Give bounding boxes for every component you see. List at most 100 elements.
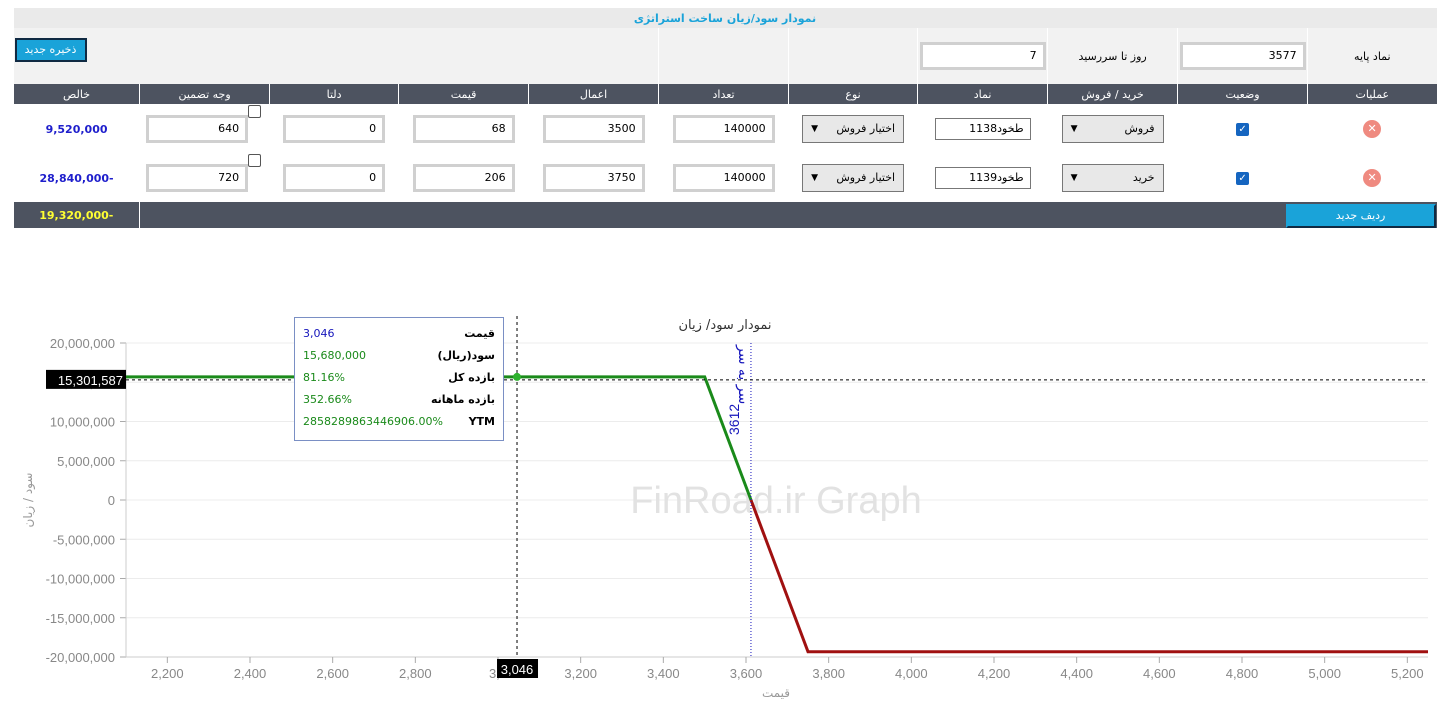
y-tick-label: -15,000,000 — [46, 611, 115, 626]
type-select[interactable]: اختیار فروش ▼ — [802, 163, 905, 192]
net-total: -19,320,000 — [39, 209, 114, 222]
col-margin: وجه تضمین — [139, 84, 270, 104]
y-tick-label: -20,000,000 — [46, 650, 115, 665]
symbol-input[interactable]: طخود1138 — [934, 117, 1031, 140]
x-tick-label: 5,200 — [1391, 666, 1424, 681]
close-circle-icon[interactable]: ✕ — [1363, 119, 1382, 138]
x-tick-label: 4,600 — [1143, 666, 1176, 681]
tooltip-value: 15,680,000 — [303, 349, 366, 362]
x-tick-label: 4,000 — [895, 666, 928, 681]
col-type: نوع — [788, 84, 918, 104]
strategy-table: نمودار سود/زیان ساخت استراتژی نماد پایه … — [12, 8, 1437, 228]
breakeven-value: 3612 — [726, 404, 742, 435]
col-symbol: نماد — [917, 84, 1048, 104]
tooltip-label: YTM — [468, 415, 495, 428]
tooltip-value: 352.66% — [303, 393, 352, 406]
price-input[interactable]: 68 — [412, 114, 515, 143]
net-value: 9,520,000 — [45, 122, 108, 136]
chart-watermark: FinRoad.ir Graph — [630, 480, 921, 522]
checkbox-checked-icon[interactable]: ✓ — [1236, 171, 1250, 185]
tooltip-value: 2858289863446906.00% — [303, 415, 443, 428]
tooltip-label: قیمت — [464, 327, 495, 340]
tooltip-row: سود(ریال) 15,680,000 — [303, 349, 495, 365]
chevron-down-icon: ▼ — [1070, 172, 1078, 183]
days-to-expiry-input[interactable]: 7 — [919, 42, 1046, 70]
margin-checkbox[interactable] — [248, 153, 262, 167]
tooltip-row: بازده ماهانه 352.66% — [303, 393, 495, 409]
delta-input[interactable]: 0 — [283, 114, 386, 143]
x-tick-label: 3,600 — [730, 666, 763, 681]
tooltip-row: YTM 2858289863446906.00% — [303, 415, 495, 431]
y-tick-label: 10,000,000 — [50, 415, 115, 430]
quantity-input[interactable]: 140000 — [672, 114, 775, 143]
days-to-expiry-label: روز تا سررسید — [1078, 50, 1147, 63]
x-tick-label: 3,200 — [564, 666, 597, 681]
margin-input[interactable]: 640 — [146, 114, 249, 143]
save-button[interactable]: ذخیره جدید — [14, 38, 87, 62]
col-net: خالص — [12, 84, 140, 104]
y-tick-label: -10,000,000 — [46, 572, 115, 587]
close-circle-icon[interactable]: ✕ — [1363, 168, 1382, 187]
quantity-input[interactable]: 140000 — [672, 163, 775, 192]
table-row: ✕ ✓ فروش ▼ طخود1138 اختیار فروش ▼ 140000 3… — [13, 104, 1437, 153]
x-tick-label: 4,400 — [1060, 666, 1093, 681]
tooltip-row: بازده کل 81.16% — [303, 371, 495, 387]
tooltip-row: قیمت 3,046 — [303, 327, 495, 343]
tooltip-value: 3,046 — [303, 327, 335, 340]
table-row: ✕ ✓ خرید ▼ طخود1139 اختیار فروش ▼ 140000 3… — [13, 153, 1437, 202]
profit-loss-chart: 20,000,00015,000,00010,000,0005,000,0000… — [21, 316, 1428, 700]
x-tick-label: 4,200 — [978, 666, 1011, 681]
margin-input[interactable]: 720 — [146, 163, 249, 192]
chart-title: نمودار سود/ زیان — [679, 318, 772, 333]
table-header: عملیات وضعیت خرید / فروش نماد نوع تعداد … — [12, 84, 1437, 104]
x-tick-label: 2,800 — [399, 666, 432, 681]
y-crosshair-label: 15,301,587 — [58, 373, 123, 388]
breakeven-label: سر به سر — [735, 344, 751, 404]
tooltip-label: بازده ماهانه — [430, 393, 495, 406]
col-side: خرید / فروش — [1047, 84, 1178, 104]
side-select[interactable]: خرید ▼ — [1061, 163, 1164, 192]
y-axis-label: سود / زیان — [21, 473, 36, 528]
table-footer: ردیف جدید -19,320,000 — [13, 202, 1437, 228]
underlying-input[interactable]: 3577 — [1179, 42, 1306, 70]
x-crosshair-label: 3,046 — [501, 662, 534, 677]
x-tick-label: 3,400 — [647, 666, 680, 681]
delta-input[interactable]: 0 — [283, 163, 386, 192]
net-value: -28,840,000 — [39, 171, 114, 185]
x-axis-label: قیمت — [762, 686, 790, 700]
y-tick-label: 5,000,000 — [57, 454, 115, 469]
col-operations: عملیات — [1307, 84, 1437, 104]
margin-checkbox[interactable] — [248, 104, 262, 118]
col-status: وضعیت — [1177, 84, 1308, 104]
underlying-label: نماد پایه — [1354, 50, 1391, 63]
strike-input[interactable]: 3500 — [542, 114, 645, 143]
tooltip-label: سود(ریال) — [437, 349, 495, 362]
chart-tooltip: قیمت 3,046 سود(ریال) 15,680,000 بازده کل… — [294, 317, 504, 441]
page-title: نمودار سود/زیان ساخت استراتژی — [13, 8, 1437, 28]
tooltip-value: 81.16% — [303, 371, 345, 384]
type-select[interactable]: اختیار فروش ▼ — [802, 114, 905, 143]
x-tick-label: 5,000 — [1308, 666, 1341, 681]
symbol-input[interactable]: طخود1139 — [934, 166, 1031, 189]
y-tick-label: -5,000,000 — [53, 532, 115, 547]
x-tick-label: 4,800 — [1226, 666, 1259, 681]
x-tick-label: 3,800 — [812, 666, 845, 681]
strike-input[interactable]: 3750 — [542, 163, 645, 192]
col-strike: اعمال — [528, 84, 659, 104]
chevron-down-icon: ▼ — [1070, 123, 1078, 134]
checkbox-checked-icon[interactable]: ✓ — [1236, 122, 1250, 136]
strategy-builder: نمودار سود/زیان ساخت استراتژی نماد پایه … — [12, 8, 1437, 228]
col-delta: دلتا — [269, 84, 399, 104]
add-row-button[interactable]: ردیف جدید — [1285, 204, 1436, 228]
x-tick-label: 2,400 — [234, 666, 267, 681]
side-select[interactable]: فروش ▼ — [1061, 114, 1164, 143]
y-tick-label: 20,000,000 — [50, 336, 115, 351]
x-tick-label: 2,600 — [316, 666, 349, 681]
y-tick-label: 0 — [108, 493, 115, 508]
loss-line — [749, 499, 1428, 654]
hover-point — [513, 372, 522, 381]
col-quantity: تعداد — [658, 84, 789, 104]
chevron-down-icon: ▼ — [811, 172, 818, 183]
tooltip-label: بازده کل — [448, 371, 495, 384]
price-input[interactable]: 206 — [412, 163, 515, 192]
